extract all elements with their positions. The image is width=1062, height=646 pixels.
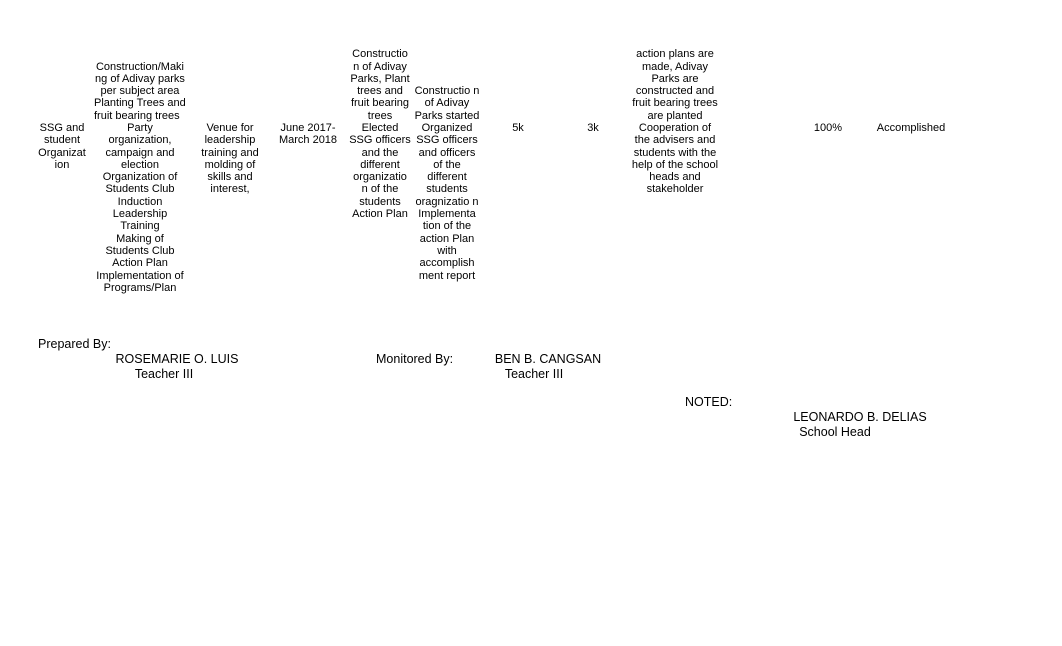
- noted-label: NOTED:: [685, 395, 733, 409]
- column-above-remarks_detail: action plans are made, Adivay Parks are …: [629, 48, 721, 122]
- cell-baseline-text: Party: [127, 122, 153, 134]
- cell-baseline-text: Organized: [421, 122, 473, 134]
- cell-text: March 2018: [278, 134, 338, 147]
- table-column-venue: Venue for leadership training and molding…: [194, 122, 266, 195]
- cell-baseline-text: 5k: [512, 122, 524, 134]
- column-below-actual_output: SSG officers and officers of the differe…: [414, 134, 480, 282]
- cell-text: organization, campaign and election: [105, 134, 175, 171]
- table-column-budget_actual: 3k: [563, 122, 623, 134]
- prepared-by-label: Prepared By:: [38, 337, 111, 351]
- monitored-by-title: Teacher III: [504, 367, 564, 381]
- noted-title: School Head: [799, 425, 871, 439]
- cell-text: Organization of Students Club Induction: [102, 171, 178, 208]
- noted-name: LEONARDO B. DELIAS: [793, 410, 927, 424]
- column-above-activities: Construction/Maki ng of Adivay parks per…: [94, 61, 186, 122]
- cell-text: Construction/Maki ng of Adivay parks per…: [95, 60, 185, 98]
- monitored-by-name: BEN B. CANGSAN: [494, 352, 602, 366]
- column-below-remarks_detail: the advisers and students with the help …: [629, 134, 721, 195]
- cell-text: action plans are made, Adivay Parks are …: [632, 48, 718, 122]
- cell-baseline-text: Venue for: [206, 122, 254, 134]
- cell-text: Planting Trees and fruit bearing trees: [94, 97, 186, 122]
- cell-text: Implementa tion of the action Plan with …: [418, 208, 476, 282]
- table-column-program_project: SSG and student Organizat ion: [32, 122, 92, 171]
- table-column-actual_output: Constructio n of Adivay Parks started Org…: [414, 85, 480, 281]
- cell-text: Constructio n of Adivay Parks started: [414, 85, 480, 122]
- monitored-by-label: Monitored By:: [376, 352, 454, 366]
- cell-baseline-text: 100%: [813, 122, 843, 134]
- cell-text: student Organizat ion: [38, 134, 86, 171]
- table-column-remarks_detail: action plans are made, Adivay Parks are …: [629, 48, 721, 195]
- table-column-timeframe: June 2017- March 2018: [269, 122, 347, 146]
- cell-text: Making of Students Club Action Plan: [105, 232, 175, 270]
- cell-text: SSG officers and the different organizat…: [349, 134, 411, 208]
- table-column-activities: Construction/Maki ng of Adivay parks per…: [94, 61, 186, 294]
- cell-baseline-text: Accomplished: [876, 122, 946, 134]
- cell-baseline-text: Elected: [361, 122, 399, 134]
- cell-baseline-text: June 2017-: [280, 122, 336, 134]
- cell-text: leadership training and molding of skill…: [201, 134, 259, 196]
- cell-text: Implementation of Programs/Plan: [96, 269, 184, 294]
- column-below-timeframe: March 2018: [269, 134, 347, 146]
- prepared-by-name: ROSEMARIE O. LUIS: [115, 352, 239, 366]
- cell-baseline-text: Cooperation of: [638, 122, 712, 134]
- table-column-output: Constructio n of Adivay Parks, Plant tre…: [349, 48, 411, 220]
- cell-text: Leadership Training: [112, 208, 168, 233]
- column-below-activities: organization, campaign and election Organ…: [94, 134, 186, 294]
- cell-baseline-text: SSG and: [39, 122, 85, 134]
- column-below-output: SSG officers and the different organizat…: [349, 134, 411, 220]
- prepared-by-title: Teacher III: [134, 367, 194, 381]
- column-above-output: Constructio n of Adivay Parks, Plant tre…: [349, 48, 411, 122]
- column-below-venue: leadership training and molding of skill…: [194, 134, 266, 195]
- column-below-program_project: student Organizat ion: [32, 134, 92, 171]
- cell-text: SSG officers and officers of the differe…: [415, 134, 479, 208]
- cell-text: Constructio n of Adivay Parks, Plant tre…: [350, 48, 410, 122]
- cell-baseline-text: 3k: [587, 122, 599, 134]
- accomplishment-table: SSG and student Organizat ion Construction…: [0, 0, 1062, 300]
- table-column-percent: 100%: [798, 122, 858, 134]
- table-column-status: Accomplished: [856, 122, 966, 134]
- cell-text: Action Plan: [352, 208, 408, 221]
- table-column-budget_proposed: 5k: [488, 122, 548, 134]
- column-above-actual_output: Constructio n of Adivay Parks started: [414, 85, 480, 122]
- cell-text: the advisers and students with the help …: [631, 134, 719, 196]
